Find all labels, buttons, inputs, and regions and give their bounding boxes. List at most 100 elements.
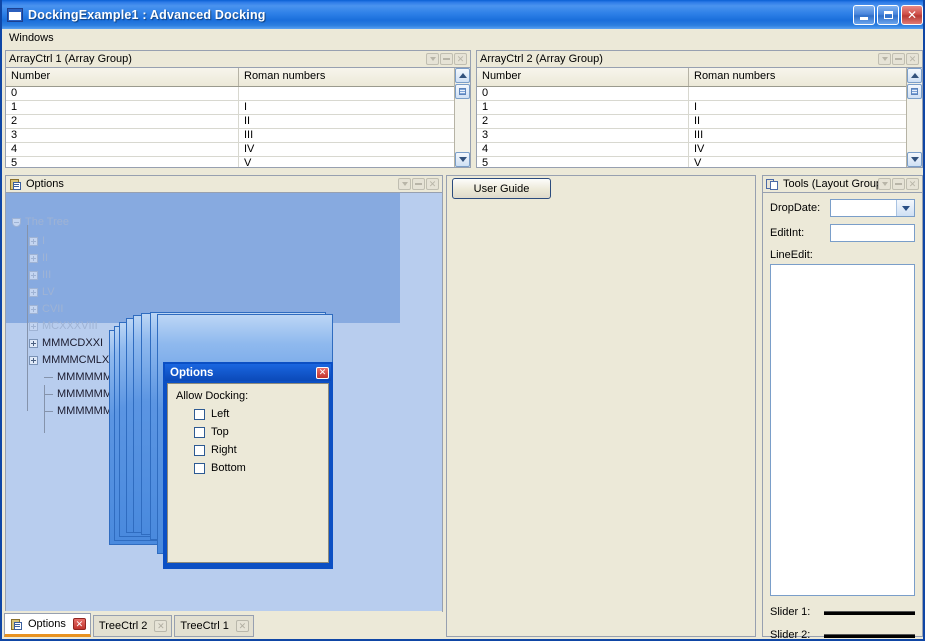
checkbox-row-bottom[interactable]: Bottom <box>194 462 320 474</box>
chevron-down-icon[interactable] <box>878 178 891 190</box>
minimize-icon[interactable] <box>892 53 905 65</box>
checkbox-row-top[interactable]: Top <box>194 426 320 438</box>
vertical-scrollbar[interactable] <box>906 68 922 167</box>
dialog-close-icon[interactable]: ✕ <box>316 367 329 379</box>
chevron-down-icon[interactable] <box>426 53 439 65</box>
tree-leaf-connector-icon <box>44 377 53 378</box>
tree-expander-plus-icon[interactable] <box>29 271 38 280</box>
table-row[interactable]: 5V <box>6 157 454 167</box>
tab-treectrl-1-close-icon[interactable]: ✕ <box>236 620 249 632</box>
table-header-row: Number Roman numbers <box>6 68 454 87</box>
options-panel-caption[interactable]: Options ✕ <box>5 175 443 192</box>
scroll-up-icon[interactable] <box>907 68 922 83</box>
tab-options-close-icon[interactable]: ✕ <box>73 618 86 630</box>
menu-item-windows[interactable]: Windows <box>2 31 61 45</box>
table-row[interactable]: 3III <box>477 129 906 143</box>
minimize-icon[interactable] <box>412 178 425 190</box>
close-button[interactable]: ✕ <box>901 5 923 25</box>
table-row[interactable]: 1I <box>477 101 906 115</box>
checkbox-top[interactable] <box>194 427 205 438</box>
tools-panel: Tools (Layout Group) ✕ DropDate: EditInt… <box>762 175 923 637</box>
lineedit-textarea[interactable] <box>770 264 915 596</box>
chevron-down-icon[interactable] <box>398 178 411 190</box>
tree-node[interactable]: II <box>29 251 48 265</box>
table-row[interactable]: 3III <box>6 129 454 143</box>
column-header-roman[interactable]: Roman numbers <box>689 68 906 86</box>
floating-options-dialog[interactable]: Options ✕ Allow Docking: Left Top Right … <box>163 362 333 569</box>
dropdate-combobox[interactable] <box>830 199 915 217</box>
close-icon[interactable]: ✕ <box>906 178 919 190</box>
tools-panel-buttons: ✕ <box>878 178 922 190</box>
vertical-scrollbar[interactable] <box>454 68 470 167</box>
array-panel-1-caption[interactable]: ArrayCtrl 1 (Array Group) ✕ <box>5 50 471 67</box>
tree-node[interactable]: MMMCDXXI <box>29 336 103 350</box>
tree-node[interactable]: The Tree <box>12 215 69 229</box>
tree-node[interactable]: LV <box>29 285 55 299</box>
scrollbar-track[interactable] <box>455 99 470 152</box>
tree-expander-plus-icon[interactable] <box>29 254 38 263</box>
editint-input[interactable] <box>830 224 915 242</box>
tab-treectrl-2-close-icon[interactable]: ✕ <box>154 620 167 632</box>
tree-expander-plus-icon[interactable] <box>29 322 38 331</box>
minimize-button[interactable] <box>853 5 875 25</box>
user-guide-button[interactable]: User Guide <box>452 178 551 199</box>
tree-node[interactable]: III <box>29 268 51 282</box>
tree-leaf-connector-icon <box>44 411 53 412</box>
close-icon[interactable]: ✕ <box>906 53 919 65</box>
column-header-number[interactable]: Number <box>6 68 239 86</box>
checkbox-right[interactable] <box>194 445 205 456</box>
tree-node-label: MCXXXVIII <box>42 320 98 332</box>
column-header-roman[interactable]: Roman numbers <box>239 68 454 86</box>
tree-expander-minus-icon[interactable] <box>12 218 21 227</box>
table-row[interactable]: 0 <box>477 87 906 101</box>
tree-node[interactable]: I <box>29 234 45 248</box>
scroll-down-icon[interactable] <box>455 152 470 167</box>
checkbox-bottom[interactable] <box>194 463 205 474</box>
dialog-title-bar[interactable]: Options ✕ <box>165 364 331 381</box>
array-panel-2-caption[interactable]: ArrayCtrl 2 (Array Group) ✕ <box>476 50 923 67</box>
maximize-button[interactable] <box>877 5 899 25</box>
tree-node[interactable]: MCXXXVIII <box>29 319 98 333</box>
tree-node[interactable]: CVII <box>29 302 63 316</box>
cell-number: 1 <box>477 101 689 114</box>
cell-number: 4 <box>477 143 689 156</box>
tree-expander-plus-icon[interactable] <box>29 237 38 246</box>
table-row[interactable]: 4IV <box>477 143 906 157</box>
tree-expander-plus-icon[interactable] <box>29 305 38 314</box>
slider-2-row: Slider 2: <box>770 628 915 641</box>
minimize-icon[interactable] <box>892 178 905 190</box>
table-row[interactable]: 4IV <box>6 143 454 157</box>
checkbox-row-left[interactable]: Left <box>194 408 320 420</box>
scroll-down-icon[interactable] <box>907 152 922 167</box>
table-row[interactable]: 0 <box>6 87 454 101</box>
array-table-2[interactable]: Number Roman numbers 0 1I 2II 3III 4IV 5… <box>476 67 923 168</box>
tree-leaf-connector-icon <box>44 394 53 395</box>
scrollbar-thumb[interactable] <box>455 84 470 99</box>
checkbox-left[interactable] <box>194 409 205 420</box>
tree-expander-plus-icon[interactable] <box>29 288 38 297</box>
tools-panel-caption[interactable]: Tools (Layout Group) ✕ <box>762 175 923 192</box>
scroll-up-icon[interactable] <box>455 68 470 83</box>
tree-expander-plus-icon[interactable] <box>29 356 38 365</box>
table-row[interactable]: 1I <box>6 101 454 115</box>
scrollbar-track[interactable] <box>907 99 922 152</box>
close-icon[interactable]: ✕ <box>454 53 467 65</box>
editint-field-row: EditInt: <box>770 224 915 242</box>
slider-1[interactable] <box>824 605 915 619</box>
tree-expander-plus-icon[interactable] <box>29 339 38 348</box>
slider-2[interactable] <box>824 628 915 641</box>
table-row[interactable]: 5V <box>477 157 906 167</box>
chevron-down-icon[interactable] <box>878 53 891 65</box>
tab-treectrl-2[interactable]: TreeCtrl 2 ✕ <box>93 615 173 637</box>
table-row[interactable]: 2II <box>477 115 906 129</box>
minimize-icon[interactable] <box>440 53 453 65</box>
close-icon[interactable]: ✕ <box>426 178 439 190</box>
tab-treectrl-1[interactable]: TreeCtrl 1 ✕ <box>174 615 254 637</box>
array-table-1[interactable]: Number Roman numbers 0 1I 2II 3III 4IV 5… <box>5 67 471 168</box>
tab-options[interactable]: Options ✕ <box>4 613 91 637</box>
chevron-down-icon[interactable] <box>896 200 914 216</box>
scrollbar-thumb[interactable] <box>907 84 922 99</box>
table-row[interactable]: 2II <box>6 115 454 129</box>
checkbox-row-right[interactable]: Right <box>194 444 320 456</box>
column-header-number[interactable]: Number <box>477 68 689 86</box>
